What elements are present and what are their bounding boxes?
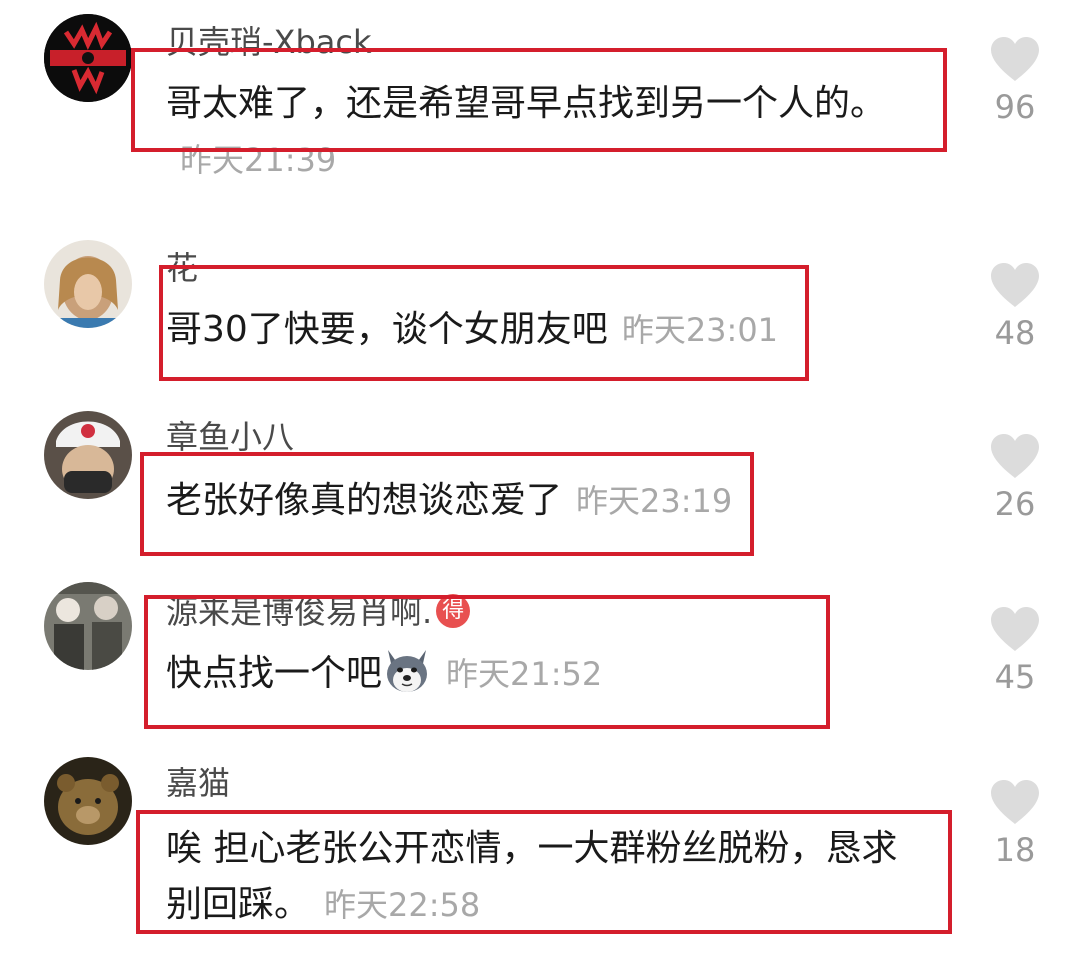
comment-item: 花 哥30了快要，谈个女朋友吧 昨天23:01 48 xyxy=(0,230,1080,390)
comment-text-block: 唉 担心老张公开恋情，一大群粉丝脱粉，恳求别回踩。 昨天22:58 xyxy=(166,821,926,933)
comment-timestamp: 昨天23:01 xyxy=(621,311,779,349)
user-avatar[interactable] xyxy=(44,240,132,328)
avatar-photo-girl-icon xyxy=(44,240,132,328)
like-count: 96 xyxy=(994,88,1036,126)
comment-text: 哥30了快要，谈个女朋友吧 xyxy=(166,309,608,350)
comment-item: 源来是博俊易肖啊. 得 快点找一个吧 昨天21:52 45 xyxy=(0,580,1080,740)
comment-item: 贝壳琑-Xback 哥太难了，还是希望哥早点找到另一个人的。昨天21:39 96 xyxy=(0,0,1080,210)
comment-text-block: 快点找一个吧 昨天21:52 xyxy=(166,646,866,702)
comment-text-block: 哥30了快要，谈个女朋友吧 昨天23:01 xyxy=(166,302,846,358)
comment-username[interactable]: 源来是博俊易肖啊. 得 xyxy=(166,592,471,632)
comment-text-block: 哥太难了，还是希望哥早点找到另一个人的。昨天21:39 xyxy=(166,76,926,188)
like-button[interactable]: 48 xyxy=(984,262,1046,352)
comment-text: 快点找一个吧 xyxy=(166,653,383,694)
comment-text: 哥太难了，还是希望哥早点找到另一个人的。 xyxy=(166,83,887,124)
comment-username[interactable]: 贝壳琑-Xback xyxy=(166,22,372,62)
like-count: 48 xyxy=(994,314,1036,352)
heart-icon xyxy=(991,37,1039,81)
like-button[interactable]: 96 xyxy=(984,36,1046,126)
comment-item: 章鱼小八 老张好像真的想谈恋爱了 昨天23:19 26 xyxy=(0,405,1080,565)
user-badge-icon: 得 xyxy=(436,594,471,628)
comment-username[interactable]: 花 xyxy=(166,248,198,288)
user-avatar[interactable] xyxy=(44,14,132,102)
comment-timestamp: 昨天21:52 xyxy=(446,655,603,693)
heart-icon xyxy=(991,780,1039,824)
avatar-photo-group-icon xyxy=(44,582,132,670)
like-button[interactable]: 45 xyxy=(984,606,1046,696)
like-button[interactable]: 26 xyxy=(984,433,1046,523)
avatar-red-logo-icon xyxy=(44,14,132,102)
heart-icon xyxy=(991,434,1039,478)
comment-text: 唉 担心老张公开恋情，一大群粉丝脱粉，恳求别回踩。 xyxy=(166,828,898,925)
heart-icon xyxy=(991,263,1039,307)
avatar-photo-cap-icon xyxy=(44,411,132,499)
user-avatar[interactable] xyxy=(44,757,132,845)
comment-text-block: 老张好像真的想谈恋爱了 昨天23:19 xyxy=(166,473,866,529)
comment-timestamp: 昨天23:19 xyxy=(576,482,733,520)
heart-icon xyxy=(991,607,1039,651)
comment-username[interactable]: 嘉猫 xyxy=(166,763,230,803)
avatar-photo-bear-icon xyxy=(44,757,132,845)
comment-username-text: 源来是博俊易肖啊. xyxy=(166,593,433,631)
comment-timestamp: 昨天22:58 xyxy=(324,886,481,924)
comment-item: 嘉猫 唉 担心老张公开恋情，一大群粉丝脱粉，恳求别回踩。 昨天22:58 18 xyxy=(0,755,1080,961)
comment-text: 老张好像真的想谈恋爱了 xyxy=(166,480,563,521)
user-avatar[interactable] xyxy=(44,411,132,499)
like-count: 45 xyxy=(994,658,1036,696)
user-avatar[interactable] xyxy=(44,582,132,670)
like-count: 26 xyxy=(994,485,1036,523)
like-count: 18 xyxy=(994,831,1036,869)
husky-dog-emoji-icon xyxy=(382,646,432,696)
comment-timestamp: 昨天21:39 xyxy=(180,141,337,179)
like-button[interactable]: 18 xyxy=(984,779,1046,869)
comment-username[interactable]: 章鱼小八 xyxy=(166,417,294,457)
